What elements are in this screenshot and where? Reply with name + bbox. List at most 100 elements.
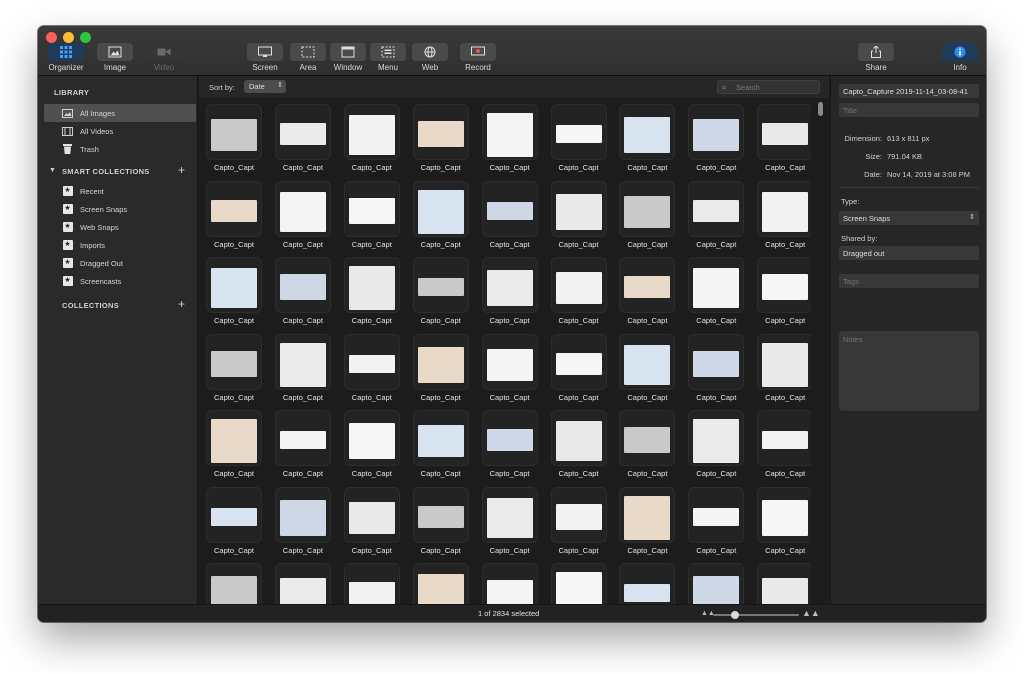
thumbnail-item[interactable]: Capto_Capt <box>272 486 334 561</box>
thumbnail-item[interactable]: Capto_Capt <box>203 333 265 408</box>
thumbnail-item[interactable]: Capto_Capt <box>203 563 265 604</box>
thumbnail-item[interactable]: Capto_Capt <box>341 180 403 255</box>
thumbnail-item[interactable]: Capto_Capt <box>548 180 610 255</box>
thumbnail-item[interactable]: Capto_Capt <box>272 104 334 178</box>
mountain-large-icon: ▲▲ <box>802 608 820 618</box>
zoom-window-button[interactable] <box>80 32 91 43</box>
add-smart-collection-button[interactable]: + <box>178 164 185 176</box>
thumbnail-item[interactable]: Capto_Capt <box>548 486 610 561</box>
notes-field[interactable]: Notes <box>839 331 979 411</box>
thumbnail-item[interactable]: Capto_Capt <box>685 257 747 331</box>
type-select[interactable]: Screen Snaps ⇕ <box>839 211 979 225</box>
close-window-button[interactable] <box>46 32 57 43</box>
thumbnail-item[interactable]: Capto_Capt <box>754 257 811 331</box>
thumbnail-item[interactable]: Capto_Capt <box>616 333 678 408</box>
thumbnail-item[interactable]: Capto_Capt <box>616 180 678 255</box>
thumbnail-item[interactable]: Capto_Capt <box>479 104 541 178</box>
thumbnail-item[interactable]: Capto_Capt <box>479 333 541 408</box>
thumbnail-item[interactable]: Capto_Capt <box>548 410 610 484</box>
thumbnail-item[interactable]: Capto_Capt <box>616 486 678 561</box>
web-capture-button[interactable]: Web <box>404 43 456 76</box>
tags-field[interactable]: Tags <box>839 274 979 288</box>
disclosure-triangle-icon[interactable]: ▼ <box>49 167 56 174</box>
minimize-window-button[interactable] <box>63 32 74 43</box>
thumbnail-item[interactable]: Capto_Capt <box>410 333 472 408</box>
thumbnail-item[interactable]: Capto_Capt <box>410 180 472 255</box>
thumbnail-size-slider[interactable] <box>713 611 799 619</box>
thumbnail-item[interactable]: Capto_Capt <box>685 180 747 255</box>
thumbnail-item[interactable]: Capto_Capt <box>410 486 472 561</box>
thumbnail-item[interactable]: Capto_Capt <box>685 333 747 408</box>
thumbnail-item[interactable]: Capto_Capt <box>616 257 678 331</box>
scrollbar-thumb[interactable] <box>818 102 823 116</box>
thumbnail-item[interactable]: Capto_Capt <box>685 104 747 178</box>
screenshot-preview <box>348 115 395 155</box>
slider-knob[interactable] <box>730 611 739 619</box>
thumbnail-item[interactable]: Capto_Capt <box>479 563 541 604</box>
thumbnail-item[interactable]: Capto_Capt <box>272 410 334 484</box>
sidebar-item-trash[interactable]: Trash <box>44 140 196 158</box>
thumbnail-item[interactable]: Capto_Capt <box>548 333 610 408</box>
thumbnail-item[interactable]: Capto_Capt <box>341 257 403 331</box>
search-input[interactable]: ⌕ Search <box>717 80 820 94</box>
share-button[interactable]: Share <box>850 43 902 76</box>
thumbnail-item[interactable]: Capto_Capt <box>203 410 265 484</box>
thumbnail-item[interactable]: Capto_Capt <box>754 486 811 561</box>
thumbnail-item[interactable]: Capto_Capt <box>203 486 265 561</box>
thumbnail-item[interactable]: Capto_Capt <box>479 257 541 331</box>
screenshot-preview <box>693 119 740 151</box>
thumbnail-item[interactable]: Capto_Capt <box>272 333 334 408</box>
thumbnail-item[interactable]: Capto_Capt <box>479 486 541 561</box>
thumbnail-item[interactable]: Capto_Capt <box>616 563 678 604</box>
thumbnail-item[interactable]: Capto_Capt <box>685 486 747 561</box>
video-button[interactable]: Video <box>138 43 190 76</box>
sidebar-item-screen-snaps[interactable]: ★ Screen Snaps <box>44 200 196 218</box>
thumbnail-item[interactable]: Capto_Capt <box>203 257 265 331</box>
thumbnail-item[interactable]: Capto_Capt <box>754 104 811 178</box>
sidebar-item-all-images[interactable]: All Images <box>44 104 196 122</box>
screenshot-preview <box>762 431 809 449</box>
title-field[interactable]: Title <box>839 103 979 117</box>
grid-scrollbar[interactable] <box>816 98 825 604</box>
name-field[interactable]: Capto_Capture 2019-11-14_03-08-41 <box>839 84 979 98</box>
sidebar-item-screencasts[interactable]: ★ Screencasts <box>44 272 196 290</box>
sidebar-item-all-videos[interactable]: All Videos <box>44 122 196 140</box>
thumbnail-item[interactable]: Capto_Capt <box>341 563 403 604</box>
thumbnail-item[interactable]: Capto_Capt <box>341 410 403 484</box>
thumbnail-item[interactable]: Capto_Capt <box>410 104 472 178</box>
sort-select[interactable]: Date ⇕ <box>244 80 286 93</box>
record-button[interactable]: Record <box>452 43 504 76</box>
thumbnail-item[interactable]: Capto_Capt <box>548 104 610 178</box>
thumbnail-item[interactable]: Capto_Capt <box>479 180 541 255</box>
thumbnail-item[interactable]: Capto_Capt <box>410 563 472 604</box>
thumbnail-item[interactable]: Capto_Capt <box>341 333 403 408</box>
sidebar-item-imports[interactable]: ★ Imports <box>44 236 196 254</box>
thumbnail-item[interactable]: Capto_Capt <box>203 104 265 178</box>
thumbnail-item[interactable]: Capto_Capt <box>548 257 610 331</box>
thumbnail-item[interactable]: Capto_Capt <box>616 104 678 178</box>
thumbnail-item[interactable]: Capto_Capt <box>272 180 334 255</box>
image-button[interactable]: Image <box>89 43 141 76</box>
thumbnail-item[interactable]: Capto_Capt <box>410 410 472 484</box>
thumbnail-item[interactable]: Capto_Capt <box>685 563 747 604</box>
thumbnail-item[interactable]: Capto_Capt <box>548 563 610 604</box>
thumbnail-item[interactable]: Capto_Capt <box>754 410 811 484</box>
thumbnail-item[interactable]: Capto_Capt <box>754 563 811 604</box>
thumbnail-item[interactable]: Capto_Capt <box>272 563 334 604</box>
thumbnail-item[interactable]: Capto_Capt <box>272 257 334 331</box>
thumbnail-item[interactable]: Capto_Capt <box>410 257 472 331</box>
thumbnail-item[interactable]: Capto_Capt <box>341 104 403 178</box>
organizer-button[interactable]: Organizer <box>40 43 92 76</box>
thumbnail-item[interactable]: Capto_Capt <box>685 410 747 484</box>
sidebar-item-recent[interactable]: ★ Recent <box>44 182 196 200</box>
info-button[interactable]: Info <box>934 43 986 76</box>
thumbnail-item[interactable]: Capto_Capt <box>616 410 678 484</box>
thumbnail-item[interactable]: Capto_Capt <box>754 333 811 408</box>
thumbnail-item[interactable]: Capto_Capt <box>754 180 811 255</box>
add-collection-button[interactable]: + <box>178 298 185 310</box>
sidebar-item-dragged-out[interactable]: ★ Dragged Out <box>44 254 196 272</box>
thumbnail-item[interactable]: Capto_Capt <box>341 486 403 561</box>
thumbnail-item[interactable]: Capto_Capt <box>203 180 265 255</box>
thumbnail-item[interactable]: Capto_Capt <box>479 410 541 484</box>
sidebar-item-web-snaps[interactable]: ★ Web Snaps <box>44 218 196 236</box>
